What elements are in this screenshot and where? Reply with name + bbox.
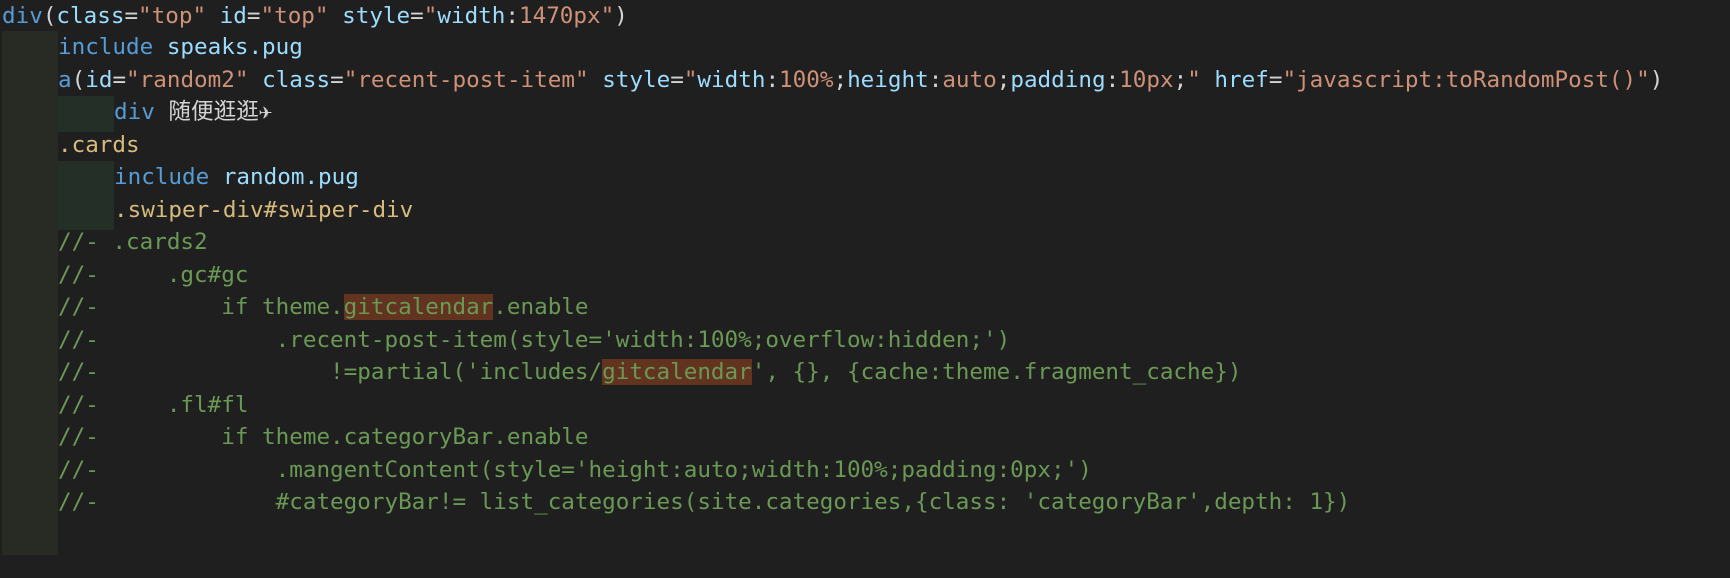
token-punc: (: [42, 3, 57, 29]
token-string: "top": [138, 3, 207, 29]
code-editor[interactable]: div(class="top" id="top" style="width:14…: [0, 0, 1730, 578]
token-attr: id: [85, 67, 113, 93]
token-attr: class: [262, 67, 331, 93]
code-line-7[interactable]: .swiper-div#swiper-div: [2, 192, 413, 228]
token-comment: //- !=partial('includes/: [58, 359, 603, 385]
token-keyword: include: [114, 164, 210, 190]
token-css-key: width: [437, 3, 506, 29]
code-line-6[interactable]: include random.pug: [2, 159, 359, 195]
token-css-key: width: [697, 67, 766, 93]
token-comment: //- .recent-post-item(style='width:100%;…: [58, 327, 1011, 353]
token-punc: :: [765, 67, 780, 93]
token-comment: //- .mangentContent(style='height:auto;w…: [58, 457, 1092, 483]
token-class: .cards: [58, 132, 140, 158]
token-punc: (: [71, 67, 86, 93]
token-punc: =: [330, 67, 344, 93]
token-punc: =: [670, 67, 684, 93]
token-punc: =: [410, 3, 424, 29]
token-comment: //- .gc#gc: [58, 262, 249, 288]
token-punc: =: [1268, 67, 1283, 93]
token-path: speaks.pug: [166, 34, 303, 60]
code-line-5[interactable]: .cards: [2, 127, 140, 163]
code-line-14[interactable]: //- if theme.categoryBar.enable: [2, 419, 589, 455]
search-match-highlight: gitcalendar: [602, 359, 752, 385]
token-string: ": [1187, 67, 1201, 93]
token-punc: ): [614, 3, 628, 29]
token-text: 随便逛逛✈: [168, 99, 273, 125]
token-punc: ;: [1173, 67, 1188, 93]
code-line-12[interactable]: //- !=partial('includes/gitcalendar', {}…: [2, 354, 1241, 390]
token-css-value: auto: [942, 67, 997, 93]
token-punc: :: [1105, 67, 1120, 93]
code-line-10[interactable]: //- if theme.gitcalendar.enable: [2, 289, 589, 325]
token-comment: //- if theme.: [58, 294, 344, 320]
code-line-9[interactable]: //- .gc#gc: [2, 257, 248, 293]
token-attr: class: [56, 3, 125, 29]
token-attr: style: [342, 3, 411, 29]
token-css-value: 100%: [779, 67, 834, 93]
token-punc: =: [124, 3, 139, 29]
code-line-13[interactable]: //- .fl#fl: [2, 387, 248, 423]
search-match-highlight: gitcalendar: [343, 294, 494, 320]
token-punc: :: [928, 67, 943, 93]
token-css-key: padding: [1010, 67, 1106, 93]
token-css-key: height: [847, 67, 929, 93]
token-punc: ): [1649, 67, 1664, 93]
token-string: "recent-post-item": [343, 67, 589, 93]
code-line-11[interactable]: //- .recent-post-item(style='width:100%;…: [2, 322, 1010, 358]
indent-guide: [2, 519, 58, 555]
token-attr: style: [602, 67, 671, 93]
token-tag: div: [2, 3, 43, 29]
token-css-value: 1470px: [518, 3, 601, 29]
token-attr: href: [1214, 67, 1269, 93]
code-line-3[interactable]: a(id="random2" class="recent-post-item" …: [2, 62, 1663, 98]
token-punc: ;: [833, 67, 848, 93]
code-line-2[interactable]: include speaks.pug: [2, 29, 303, 65]
token-punc: =: [246, 3, 261, 29]
token-keyword: include: [58, 34, 154, 60]
code-line-15[interactable]: //- .mangentContent(style='height:auto;w…: [2, 452, 1092, 488]
token-comment: //- #categoryBar!= list_categories(site.…: [58, 489, 1351, 515]
token-tag: div: [114, 99, 155, 125]
token-comment: //- .fl#fl: [58, 392, 249, 418]
code-line-4[interactable]: div 随便逛逛✈: [2, 94, 272, 130]
token-string: "random2": [126, 67, 249, 93]
token-string: "javascript:toRandomPost()": [1282, 67, 1650, 93]
token-punc: ;: [996, 67, 1011, 93]
token-punc: =: [112, 67, 127, 93]
token-class: .swiper-div#swiper-div: [114, 197, 414, 223]
token-comment: //- if theme.categoryBar.enable: [58, 424, 589, 450]
token-comment: //- .cards2: [58, 229, 208, 255]
token-css-value: 10px: [1119, 67, 1174, 93]
token-tag: a: [58, 67, 72, 93]
token-comment: .enable: [493, 294, 589, 320]
token-string: "top": [260, 3, 329, 29]
token-path: random.pug: [222, 164, 359, 190]
code-line-16[interactable]: //- #categoryBar!= list_categories(site.…: [2, 484, 1350, 520]
code-line-8[interactable]: //- .cards2: [2, 224, 208, 260]
token-string: ": [683, 67, 698, 93]
token-punc: :: [505, 3, 519, 29]
token-string: ": [600, 3, 615, 29]
token-attr: id: [219, 3, 247, 29]
token-comment: ', {}, {cache:theme.fragment_cache}): [751, 359, 1242, 385]
token-string: ": [423, 3, 438, 29]
